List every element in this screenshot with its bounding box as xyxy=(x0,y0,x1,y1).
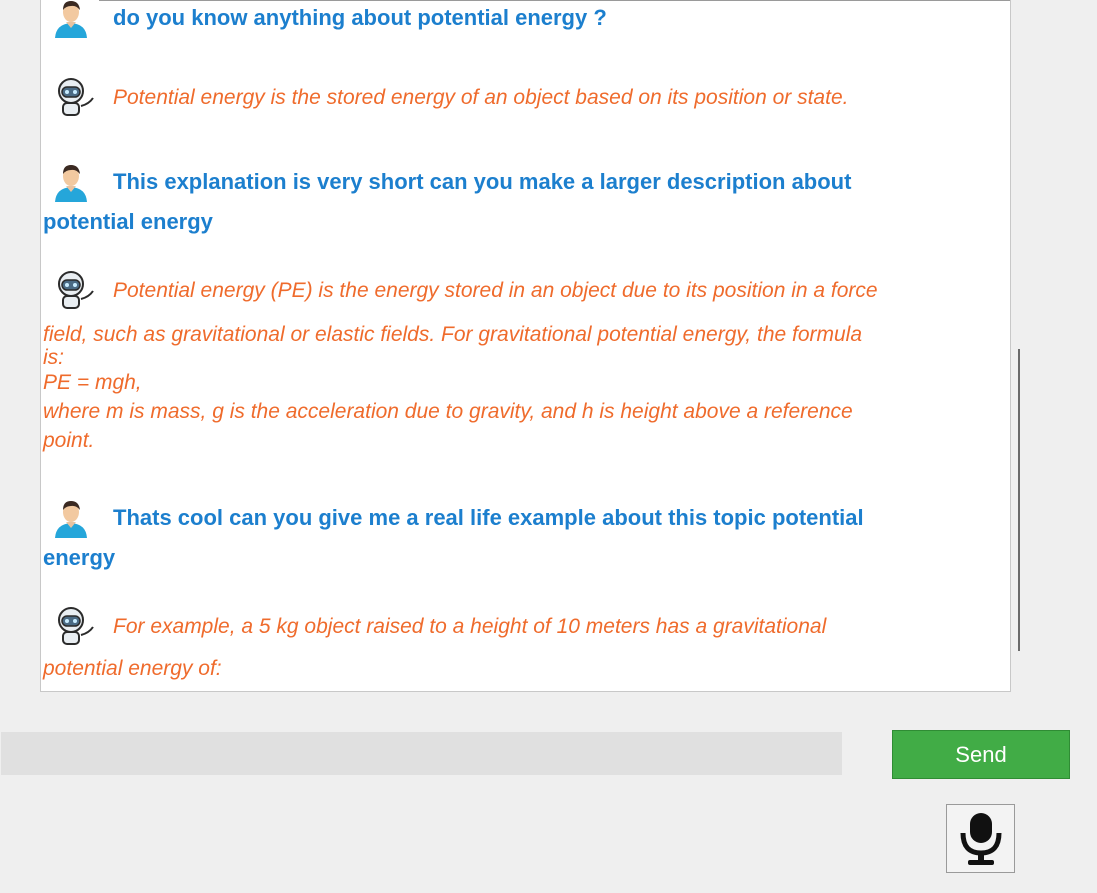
message-text: Potential energy is the stored energy of… xyxy=(113,86,849,109)
message-text: do you know anything about potential ene… xyxy=(113,5,607,30)
message-text-line: point. xyxy=(43,429,95,452)
chat-history-panel[interactable]: do you know anything about potential ene… xyxy=(40,0,1011,692)
message-text: Potential energy (PE) is the energy stor… xyxy=(113,279,878,302)
user-message: This explanation is very short can you m… xyxy=(43,162,1008,242)
user-message: Thats cool can you give me a real life e… xyxy=(43,498,1008,578)
user-avatar-icon xyxy=(55,1,87,38)
message-text: For example, a 5 kg object raised to a h… xyxy=(113,615,827,638)
message-input[interactable] xyxy=(1,732,842,775)
chat-scrollbar[interactable] xyxy=(1018,349,1020,651)
send-button[interactable]: Send xyxy=(892,730,1070,779)
robot-avatar-icon xyxy=(58,271,94,309)
message-text-line: where m is mass, g is the acceleration d… xyxy=(43,400,853,423)
user-avatar-icon xyxy=(55,501,87,538)
message-text: This explanation is very short can you m… xyxy=(113,169,852,194)
user-message: do you know anything about potential ene… xyxy=(43,0,1008,38)
message-text-line: potential energy of: xyxy=(43,657,222,680)
bot-message: For example, a 5 kg object raised to a h… xyxy=(43,607,1008,691)
message-text-line: energy xyxy=(43,545,116,570)
microphone-icon xyxy=(960,812,1001,865)
robot-avatar-icon xyxy=(58,78,94,116)
microphone-button[interactable] xyxy=(946,804,1015,873)
message-text-line: potential energy xyxy=(43,209,213,234)
robot-avatar-icon xyxy=(58,607,94,645)
user-avatar-icon xyxy=(55,165,87,202)
message-text-line: PE = mgh, xyxy=(43,371,142,394)
bot-message: Potential energy (PE) is the energy stor… xyxy=(43,271,1008,455)
message-text: Thats cool can you give me a real life e… xyxy=(113,505,864,530)
bot-message: Potential energy is the stored energy of… xyxy=(43,78,1008,118)
